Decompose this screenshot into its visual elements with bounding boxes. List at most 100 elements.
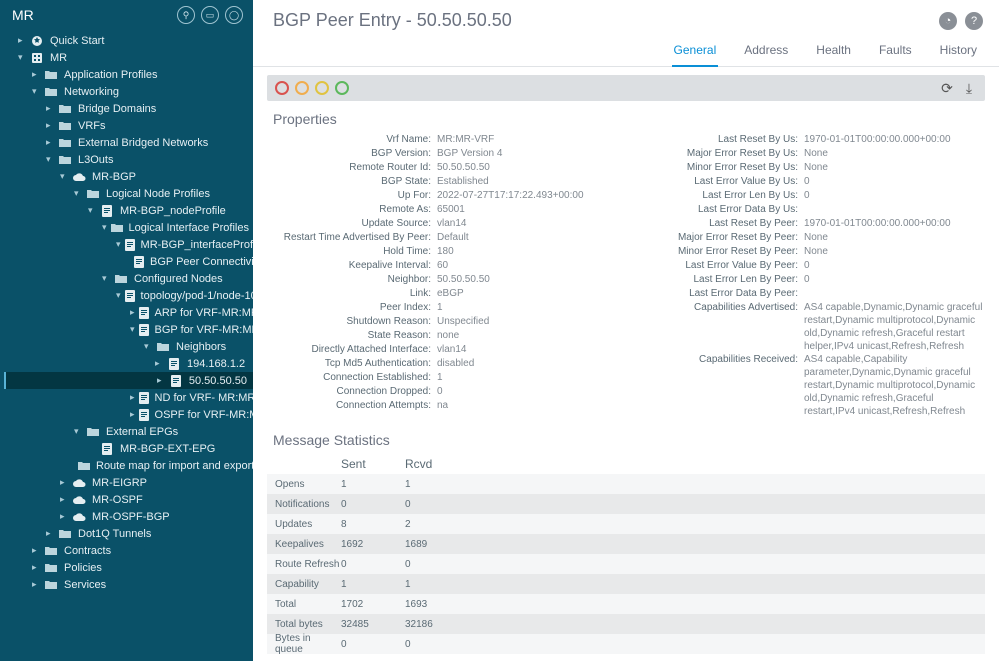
tree-node[interactable]: ▸Bridge Domains xyxy=(4,100,253,117)
cloud-icon xyxy=(72,511,86,523)
chevron-icon[interactable]: ▸ xyxy=(130,392,135,403)
property-key: BGP State: xyxy=(267,175,437,188)
tree-node[interactable]: ▾Logical Interface Profiles xyxy=(4,219,253,236)
property-value: 0 xyxy=(804,175,985,188)
chevron-icon[interactable]: ▸ xyxy=(32,545,40,556)
download-icon[interactable]: ⤓ xyxy=(961,80,977,96)
tree-node[interactable]: ▸OSPF for VRF-MR:MR-VRF xyxy=(4,406,253,423)
chevron-icon[interactable]: ▸ xyxy=(46,528,54,539)
tree-node[interactable]: ▸ VRFs xyxy=(4,117,253,134)
chevron-icon[interactable]: ▾ xyxy=(60,171,68,182)
stats-rcvd: 1693 xyxy=(405,599,469,610)
tree-node[interactable]: ▸Services xyxy=(4,576,253,593)
tree-node[interactable]: ▸ARP for VRF-MR:MR-VRF xyxy=(4,304,253,321)
tree-node[interactable]: Route map for import and export route co… xyxy=(4,457,253,474)
chevron-icon[interactable]: ▾ xyxy=(74,426,82,437)
chevron-icon[interactable]: ▸ xyxy=(32,69,40,80)
chevron-icon[interactable]: ▾ xyxy=(116,239,121,250)
tree-node[interactable]: ▸194.168.1.2 xyxy=(4,355,253,372)
tree-node[interactable]: ▸Quick Start xyxy=(4,32,253,49)
tree-node[interactable]: ▾BGP for VRF-MR:MR-VRF xyxy=(4,321,253,338)
tree-node[interactable]: ▸MR-OSPF xyxy=(4,491,253,508)
fault-major-icon[interactable] xyxy=(295,81,309,95)
tree-node[interactable]: ▾topology/pod-1/node-102 xyxy=(4,287,253,304)
tree-node[interactable]: ▾MR-BGP_interfaceProfile xyxy=(4,236,253,253)
tree-node[interactable]: BGP Peer Connectivity Profile 5... xyxy=(4,253,253,270)
bookmark-button[interactable]: ◔ xyxy=(939,12,957,30)
chevron-icon[interactable]: ▾ xyxy=(130,324,135,335)
tree-node[interactable]: ▸ND for VRF- MR:MR-VRF xyxy=(4,389,253,406)
tab-history[interactable]: History xyxy=(938,39,979,66)
chevron-icon[interactable]: ▾ xyxy=(88,205,96,216)
chevron-icon[interactable]: ▾ xyxy=(144,341,152,352)
chevron-icon[interactable]: ▸ xyxy=(60,477,68,488)
chevron-icon[interactable]: ▸ xyxy=(60,511,68,522)
fault-critical-icon[interactable] xyxy=(275,81,289,95)
tree-node[interactable]: ▸External Bridged Networks xyxy=(4,134,253,151)
stats-sent: 1 xyxy=(341,579,405,590)
tree-node[interactable]: ▸Dot1Q Tunnels xyxy=(4,525,253,542)
tree-node[interactable]: ▾Networking xyxy=(4,83,253,100)
chevron-icon[interactable]: ▾ xyxy=(46,154,54,165)
bookmark-icon[interactable]: ▭ xyxy=(201,6,219,24)
chevron-icon[interactable]: ▸ xyxy=(60,494,68,505)
content-scroll[interactable]: Properties Vrf Name:MR:MR-VRFBGP Version… xyxy=(253,107,999,661)
tree-node[interactable]: ▾Neighbors xyxy=(4,338,253,355)
fault-minor-icon[interactable] xyxy=(315,81,329,95)
property-row: Minor Error Reset By Peer:None xyxy=(634,245,985,259)
chevron-icon[interactable]: ▸ xyxy=(130,307,135,318)
tree-node[interactable]: ▾L3Outs xyxy=(4,151,253,168)
tree-node[interactable]: ▾Logical Node Profiles xyxy=(4,185,253,202)
chevron-icon[interactable]: ▸ xyxy=(32,562,40,573)
property-row: Restart Time Advertised By Peer:Default xyxy=(267,231,618,245)
property-key: Last Error Value By Peer: xyxy=(634,259,804,272)
help-button[interactable]: ? xyxy=(965,12,983,30)
chevron-icon[interactable]: ▾ xyxy=(116,290,121,301)
tree-node[interactable]: ▸MR-EIGRP xyxy=(4,474,253,491)
tree-node[interactable]: ▾Configured Nodes xyxy=(4,270,253,287)
tree-node[interactable]: ▸MR-OSPF-BGP xyxy=(4,508,253,525)
tree-node[interactable]: ▸Contracts xyxy=(4,542,253,559)
filter-icon[interactable]: ⚲ xyxy=(177,6,195,24)
tree-node[interactable]: MR-BGP-EXT-EPG xyxy=(4,440,253,457)
chevron-icon[interactable]: ▸ xyxy=(46,137,54,148)
tab-health[interactable]: Health xyxy=(814,39,853,66)
tree-node[interactable]: ▾MR xyxy=(4,49,253,66)
chevron-icon[interactable]: ▾ xyxy=(32,86,40,97)
folder-icon xyxy=(58,528,72,540)
chevron-icon[interactable]: ▸ xyxy=(32,579,40,590)
property-row: Last Error Value By Us:0 xyxy=(634,175,985,189)
chevron-icon[interactable]: ▸ xyxy=(18,35,26,46)
doc-icon xyxy=(169,375,183,387)
sidebar-header: MR ⚲ ▭ ◯ xyxy=(0,0,253,30)
chevron-icon[interactable]: ▾ xyxy=(102,273,110,284)
tree-node[interactable]: ▾External EPGs xyxy=(4,423,253,440)
settings-icon[interactable]: ◯ xyxy=(225,6,243,24)
tree-node-label: MR-BGP xyxy=(92,171,136,183)
tree-node-label: VRFs xyxy=(78,120,106,132)
refresh-icon[interactable]: ⟳ xyxy=(939,80,955,96)
chevron-icon[interactable]: ▸ xyxy=(46,103,54,114)
tree-node[interactable]: ▸50.50.50.50 xyxy=(4,372,253,389)
tree-node[interactable]: ▾ MR-BGP xyxy=(4,168,253,185)
chevron-icon[interactable]: ▸ xyxy=(155,358,163,369)
tree-node[interactable]: ▸Application Profiles xyxy=(4,66,253,83)
stats-sent: 0 xyxy=(341,499,405,510)
chevron-icon[interactable]: ▸ xyxy=(130,409,135,420)
property-key: Remote Router Id: xyxy=(267,161,437,174)
fault-warning-icon[interactable] xyxy=(335,81,349,95)
page-title: BGP Peer Entry - 50.50.50.50 xyxy=(273,10,512,31)
chevron-icon[interactable]: ▸ xyxy=(46,120,54,131)
tab-general[interactable]: General xyxy=(672,39,719,67)
chevron-icon[interactable]: ▾ xyxy=(74,188,82,199)
tab-address[interactable]: Address xyxy=(742,39,790,66)
doc-icon xyxy=(134,256,144,268)
chevron-icon[interactable]: ▾ xyxy=(18,52,26,63)
tab-faults[interactable]: Faults xyxy=(877,39,914,66)
tree-node[interactable]: ▾MR-BGP_nodeProfile xyxy=(4,202,253,219)
chevron-icon[interactable]: ▾ xyxy=(102,222,107,233)
property-row: Last Reset By Us:1970-01-01T00:00:00.000… xyxy=(634,133,985,147)
stats-row: Total17021693 xyxy=(267,594,985,614)
tree-node[interactable]: ▸Policies xyxy=(4,559,253,576)
chevron-icon[interactable]: ▸ xyxy=(157,375,165,386)
